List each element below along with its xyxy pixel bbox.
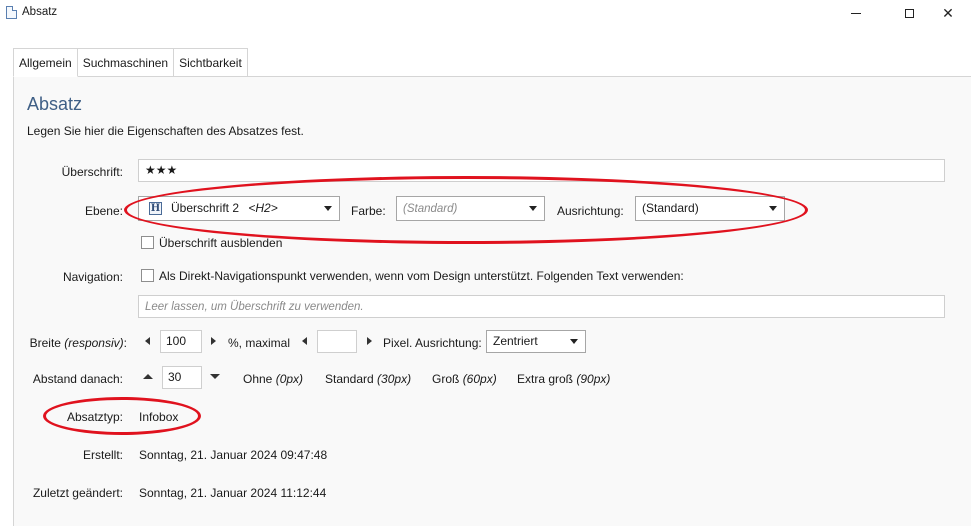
preset-standard[interactable]: Standard (30px) <box>325 372 411 386</box>
preset-extra-gross[interactable]: Extra groß (90px) <box>517 372 610 386</box>
chevron-down-icon <box>324 206 332 211</box>
tab-sichtbarkeit[interactable]: Sichtbarkeit <box>173 48 248 77</box>
tab-bar: Allgemein Suchmaschinen Sichtbarkeit <box>13 48 248 77</box>
ebene-label: Ebene: <box>84 204 123 218</box>
ueberschrift-label: Überschrift: <box>61 165 123 179</box>
max-width-input[interactable] <box>317 330 357 353</box>
chevron-down-icon <box>570 339 578 344</box>
increase-max-width-icon[interactable] <box>367 337 372 345</box>
pixel-ausrichtung-dropdown[interactable]: Zentriert <box>486 330 586 353</box>
ausrichtung-dropdown[interactable]: (Standard) <box>635 196 785 221</box>
close-button[interactable]: ✕ <box>925 0 971 26</box>
section-heading: Absatz <box>27 94 83 114</box>
absatztyp-label: Absatztyp: <box>66 410 123 424</box>
section-description: Legen Sie hier die Eigenschaften des Abs… <box>27 124 304 138</box>
breite-unit-label: %, maximal <box>228 336 291 350</box>
pixel-ausrichtung-label: Pixel. Ausrichtung: <box>383 336 482 350</box>
increase-width-icon[interactable] <box>211 337 216 345</box>
absatztyp-value: Infobox <box>139 410 179 424</box>
minimize-icon <box>851 12 861 14</box>
hide-heading-label: Überschrift ausblenden <box>159 236 283 250</box>
tab-allgemein[interactable]: Allgemein <box>13 48 78 77</box>
abstand-input[interactable]: 30 <box>162 366 202 389</box>
navigation-label: Navigation: <box>62 270 123 284</box>
maximize-icon <box>904 8 914 18</box>
erstellt-label: Erstellt: <box>82 448 123 462</box>
farbe-label: Farbe: <box>351 204 386 218</box>
preset-gross[interactable]: Groß (60px) <box>432 372 497 386</box>
tab-suchmaschinen[interactable]: Suchmaschinen <box>76 48 175 77</box>
ebene-dropdown[interactable]: H Überschrift 2 <H2> <box>138 196 340 221</box>
document-icon <box>6 6 17 19</box>
hide-heading-checkbox[interactable] <box>141 236 154 249</box>
navigation-checkbox-label: Als Direkt-Navigationspunkt verwenden, w… <box>159 269 684 283</box>
pixel-ausrichtung-value: Zentriert <box>493 334 538 348</box>
ebene-value: Überschrift 2 <box>171 201 240 215</box>
heading-icon: H <box>149 202 162 215</box>
title-bar: Absatz ✕ <box>0 0 971 26</box>
close-icon: ✕ <box>942 4 954 21</box>
geaendert-label: Zuletzt geändert: <box>32 486 123 500</box>
ueberschrift-input[interactable]: ★★★ <box>138 159 945 182</box>
geaendert-value: Sonntag, 21. Januar 2024 11:12:44 <box>139 486 327 500</box>
ebene-tag: <H2> <box>248 201 278 215</box>
breite-label: Breite (responsiv): <box>29 336 127 350</box>
increase-spacing-icon[interactable] <box>143 374 153 379</box>
preset-ohne[interactable]: Ohne (0px) <box>243 372 303 386</box>
navigation-text-input[interactable]: Leer lassen, um Überschrift zu verwenden… <box>138 295 945 318</box>
farbe-dropdown[interactable]: (Standard) <box>396 196 545 221</box>
decrease-spacing-icon[interactable] <box>210 374 220 379</box>
window-title: Absatz <box>22 6 58 18</box>
decrease-width-icon[interactable] <box>145 337 150 345</box>
ausrichtung-label: Ausrichtung: <box>557 204 624 218</box>
breite-input[interactable]: 100 <box>160 330 202 353</box>
minimize-button[interactable] <box>833 0 879 26</box>
abstand-label: Abstand danach: <box>32 372 123 386</box>
navigation-checkbox[interactable] <box>141 269 154 282</box>
chevron-down-icon <box>529 206 537 211</box>
navigation-placeholder: Leer lassen, um Überschrift zu verwenden… <box>145 301 364 313</box>
ausrichtung-value: (Standard) <box>642 201 699 215</box>
farbe-value: (Standard) <box>403 203 458 215</box>
chevron-down-icon <box>769 206 777 211</box>
decrease-max-width-icon[interactable] <box>302 337 307 345</box>
erstellt-value: Sonntag, 21. Januar 2024 09:47:48 <box>139 448 328 462</box>
